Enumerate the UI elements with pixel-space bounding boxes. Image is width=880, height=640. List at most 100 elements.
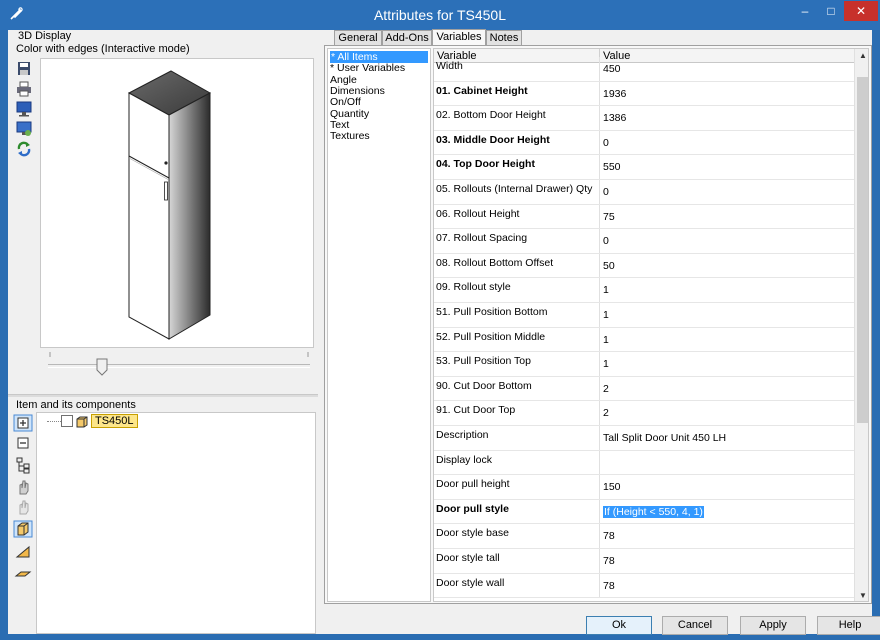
variable-value-cell[interactable]: 2 — [601, 401, 853, 425]
tab-add-ons[interactable]: Add-Ons — [382, 30, 432, 46]
variable-value-cell[interactable]: 2 — [601, 377, 853, 401]
variable-value-cell[interactable]: 1 — [601, 303, 853, 327]
cancel-button[interactable]: Cancel — [662, 616, 728, 635]
display-panel: 3D Display Color with edges (Interactive… — [8, 30, 318, 392]
variable-name-cell: Door style base — [434, 524, 600, 548]
grid-scrollbar[interactable]: ▲ ▼ — [854, 49, 868, 601]
ok-button[interactable]: Ok — [586, 616, 652, 635]
tree-node-label[interactable]: TS450L — [91, 414, 138, 428]
variable-value-cell[interactable]: 75 — [601, 205, 853, 229]
close-button[interactable]: ✕ — [844, 1, 878, 21]
tree-structure-icon[interactable] — [13, 456, 33, 474]
variable-name-cell: 03. Middle Door Height — [434, 130, 600, 155]
components-tree[interactable]: TS450L — [36, 412, 316, 634]
variable-name-cell: Door pull style — [434, 499, 600, 524]
table-row[interactable]: Door pull style If (Height < 550, 4, 1) — [434, 499, 854, 525]
apply-button[interactable]: Apply — [740, 616, 806, 635]
save-icon[interactable] — [14, 60, 34, 78]
variable-value-cell[interactable]: 1 — [601, 352, 853, 376]
table-row[interactable]: 90. Cut Door Bottom 2 — [434, 376, 854, 402]
variable-name-cell: Description — [434, 426, 600, 450]
variable-value-cell[interactable]: 50 — [601, 254, 853, 278]
table-row[interactable]: 05. Rollouts (Internal Drawer) Qty 0 — [434, 180, 854, 205]
category-item-textures[interactable]: Textures — [330, 130, 370, 142]
table-row[interactable]: Door style base 78 — [434, 524, 854, 549]
hand-icon[interactable] — [13, 478, 33, 496]
print-icon[interactable] — [14, 80, 34, 98]
variable-value-cell[interactable]: Tall Split Door Unit 450 LH — [601, 426, 853, 450]
table-row[interactable]: Description Tall Split Door Unit 450 LH — [434, 426, 854, 451]
monitor-icon[interactable] — [14, 100, 34, 118]
cabinet-icon[interactable] — [13, 520, 33, 538]
variable-value-cell[interactable]: 450 — [601, 57, 853, 81]
cabinet-3d-model — [127, 70, 212, 340]
table-row[interactable]: 03. Middle Door Height 0 — [434, 130, 854, 156]
table-row[interactable]: 09. Rollout style 1 — [434, 278, 854, 303]
display-mode-label: Color with edges (Interactive mode) — [16, 43, 190, 55]
variable-value-cell[interactable] — [601, 451, 853, 475]
variable-value-cell[interactable]: 78 — [601, 574, 853, 598]
hand-disabled-icon[interactable] — [13, 498, 33, 516]
category-item-user-variables[interactable]: * User Variables — [330, 62, 405, 74]
table-row[interactable]: 04. Top Door Height 550 — [434, 155, 854, 180]
variable-value-cell[interactable]: 0 — [601, 229, 853, 253]
tab-general[interactable]: General — [334, 30, 382, 46]
attributes-window: Attributes for TS450L ‒ □ ✕ 3D Display C… — [0, 0, 880, 640]
variable-value-cell[interactable]: 78 — [601, 549, 853, 573]
variable-name-cell: 90. Cut Door Bottom — [434, 376, 600, 401]
table-row[interactable]: 91. Cut Door Top 2 — [434, 401, 854, 426]
selected-value-text[interactable]: If (Height < 550, 4, 1) — [603, 505, 704, 518]
zoom-slider-track[interactable] — [48, 364, 310, 368]
expand-icon[interactable] — [13, 414, 33, 432]
title-bar[interactable]: Attributes for TS450L ‒ □ ✕ — [0, 0, 880, 30]
refresh-icon[interactable] — [14, 140, 34, 158]
variables-grid: Variable Value Width 450 01. Cabinet Heigh… — [433, 48, 869, 602]
table-row[interactable]: 02. Bottom Door Height 1386 — [434, 106, 854, 131]
panel-splitter[interactable] — [8, 394, 318, 397]
table-row[interactable]: 52. Pull Position Middle 1 — [434, 327, 854, 353]
variable-value-cell[interactable]: 78 — [601, 524, 853, 548]
variable-name-cell: 04. Top Door Height — [434, 155, 600, 179]
category-item-on-off[interactable]: On/Off — [330, 96, 361, 108]
table-row[interactable]: Display lock — [434, 450, 854, 476]
maximize-button[interactable]: □ — [818, 1, 844, 21]
variable-value-cell[interactable]: 550 — [601, 155, 853, 179]
variable-value-cell[interactable]: If (Height < 550, 4, 1) — [601, 500, 853, 524]
variable-value-cell[interactable]: 1386 — [601, 106, 853, 130]
table-row[interactable]: 08. Rollout Bottom Offset 50 — [434, 253, 854, 279]
table-row[interactable]: 01. Cabinet Height 1936 — [434, 81, 854, 107]
table-row[interactable]: Door style wall 78 — [434, 573, 854, 599]
display-settings-icon[interactable] — [14, 120, 34, 138]
collapse-icon[interactable] — [13, 434, 33, 452]
tab-notes[interactable]: Notes — [486, 30, 522, 46]
table-row[interactable]: 51. Pull Position Bottom 1 — [434, 303, 854, 328]
table-row[interactable]: Door pull height 150 — [434, 475, 854, 500]
scroll-up-arrow-icon[interactable]: ▲ — [855, 49, 868, 63]
scroll-down-arrow-icon[interactable]: ▼ — [855, 589, 868, 601]
table-row[interactable]: Width 450 — [434, 57, 854, 82]
cabinet-node-icon — [76, 416, 88, 428]
tab-variables[interactable]: Variables — [432, 29, 486, 46]
variable-name-cell: 51. Pull Position Bottom — [434, 303, 600, 327]
variable-value-cell[interactable]: 150 — [601, 475, 853, 499]
variable-value-cell[interactable]: 0 — [601, 131, 853, 155]
variable-value-cell[interactable]: 1 — [601, 278, 853, 302]
table-row[interactable]: Door style tall 78 — [434, 549, 854, 574]
minimize-button[interactable]: ‒ — [792, 1, 818, 21]
3d-viewport[interactable] — [40, 58, 314, 348]
panel-icon[interactable] — [13, 564, 33, 582]
variable-value-cell[interactable]: 0 — [601, 180, 853, 204]
table-row[interactable]: 07. Rollout Spacing 0 — [434, 229, 854, 254]
tree-node-checkbox[interactable] — [61, 415, 73, 427]
scrollbar-thumb[interactable] — [857, 77, 868, 423]
variable-value-cell[interactable]: 1 — [601, 328, 853, 352]
category-list[interactable]: * All Items * User Variables Angle Dimen… — [327, 48, 431, 602]
zoom-slider-thumb[interactable] — [96, 358, 108, 376]
variable-value-cell[interactable]: 1936 — [601, 82, 853, 106]
table-row[interactable]: 06. Rollout Height 75 — [434, 204, 854, 230]
help-button[interactable]: Help — [817, 616, 880, 635]
tab-strip: General Add-Ons Variables Notes — [324, 29, 872, 46]
variable-name-cell: Door style wall — [434, 573, 600, 598]
table-row[interactable]: 53. Pull Position Top 1 — [434, 352, 854, 377]
angle-icon[interactable] — [13, 542, 33, 560]
